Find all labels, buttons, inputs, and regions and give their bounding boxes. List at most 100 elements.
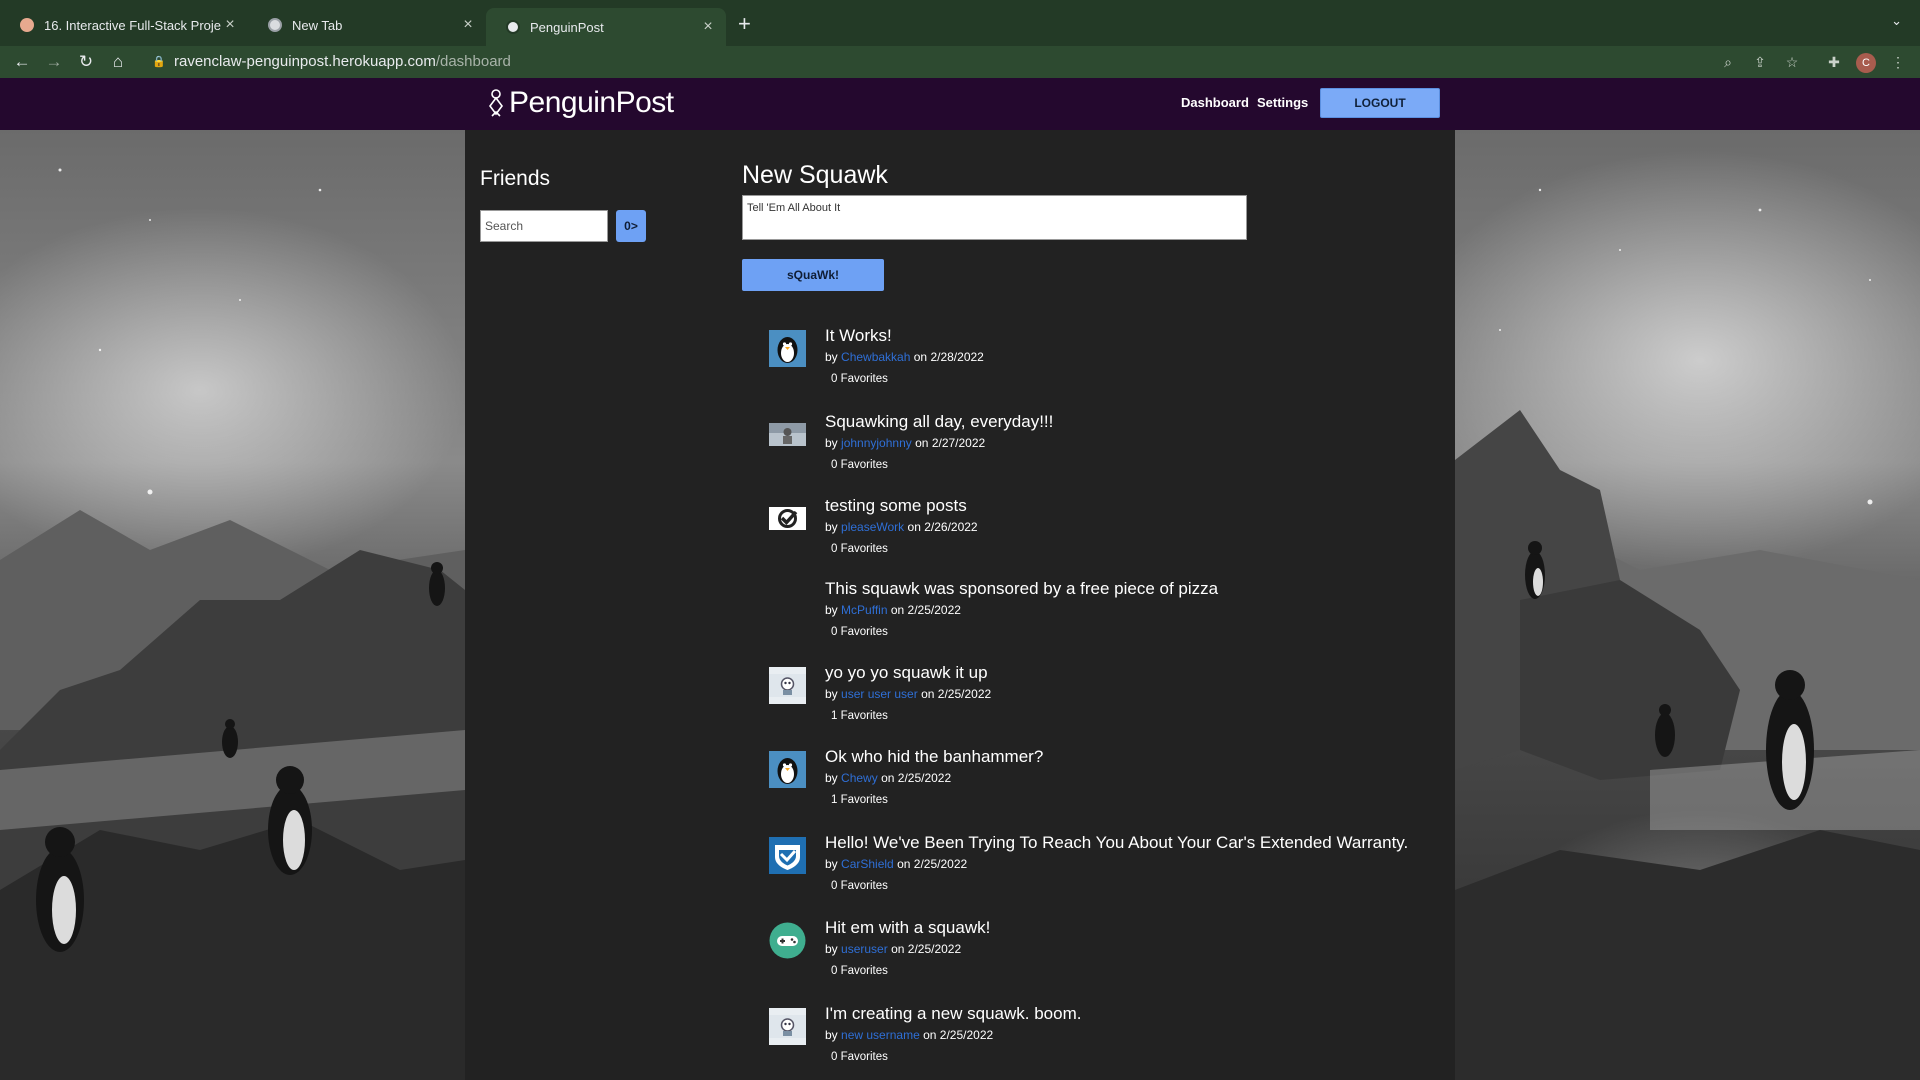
post-favorites[interactable]: 0 Favorites bbox=[831, 1051, 888, 1063]
post-title: testing some posts bbox=[825, 496, 967, 515]
squawk-submit-button[interactable]: sQuaWk! bbox=[742, 259, 884, 291]
post-title: Squawking all day, everyday!!! bbox=[825, 412, 1054, 431]
squawk-post: testing some posts by pleaseWork on 2/26… bbox=[769, 496, 1429, 566]
author-link[interactable]: McPuffin bbox=[841, 603, 887, 617]
post-date: 2/25/2022 bbox=[937, 687, 992, 701]
photo-avatar-icon[interactable] bbox=[769, 416, 806, 453]
post-favorites[interactable]: 0 Favorites bbox=[831, 626, 888, 638]
new-tab-button[interactable]: + bbox=[738, 11, 751, 37]
address-bar[interactable]: 🔒 ravenclaw-penguinpost.herokuapp.com/da… bbox=[140, 48, 1830, 76]
friends-heading: Friends bbox=[480, 167, 551, 190]
tab-close-icon[interactable]: × bbox=[700, 18, 716, 36]
checkmark-icon[interactable] bbox=[769, 500, 806, 537]
post-meta: by user user user on 2/25/2022 bbox=[825, 687, 992, 701]
post-meta: by useruser on 2/25/2022 bbox=[825, 942, 962, 956]
post-meta: by CarShield on 2/25/2022 bbox=[825, 857, 968, 871]
author-link[interactable]: Chewy bbox=[841, 771, 878, 785]
squawk-textarea[interactable] bbox=[742, 195, 1247, 240]
author-link[interactable]: johnnyjohnny bbox=[841, 436, 912, 450]
zoom-icon[interactable]: ⌕ bbox=[1716, 50, 1740, 74]
post-favorites[interactable]: 1 Favorites bbox=[831, 710, 888, 722]
shield-icon[interactable] bbox=[769, 837, 806, 874]
squawk-post: Squawking all day, everyday!!! by johnny… bbox=[769, 412, 1429, 482]
squawk-post: It Works! by Chewbakkah on 2/28/2022 0 F… bbox=[769, 326, 1429, 396]
logo-text: PenguinPost bbox=[509, 86, 674, 119]
browser-toolbar: ← → ↻ ⌂ 🔒 ravenclaw-penguinpost.herokuap… bbox=[0, 46, 1920, 78]
post-favorites[interactable]: 0 Favorites bbox=[831, 459, 888, 471]
post-date: 2/25/2022 bbox=[907, 603, 961, 617]
post-meta: by McPuffin on 2/25/2022 bbox=[825, 603, 961, 617]
url-text: ravenclaw-penguinpost.herokuapp.com/dash… bbox=[174, 53, 511, 70]
post-favorites[interactable]: 0 Favorites bbox=[831, 965, 888, 977]
author-link[interactable]: CarShield bbox=[841, 857, 894, 871]
post-meta: by Chewy on 2/25/2022 bbox=[825, 771, 952, 785]
tab-close-icon[interactable]: × bbox=[222, 16, 238, 34]
author-link[interactable]: pleaseWork bbox=[841, 520, 904, 534]
penguinpost-favicon-icon bbox=[506, 20, 520, 34]
author-link[interactable]: user user user bbox=[841, 687, 918, 701]
lock-icon: 🔒 bbox=[152, 56, 166, 68]
post-title: Ok who hid the banhammer? bbox=[825, 747, 1044, 766]
post-favorites[interactable]: 0 Favorites bbox=[831, 543, 888, 555]
tab-search-chevron-icon[interactable]: ⌄ bbox=[1891, 13, 1902, 29]
post-meta: by new username on 2/25/2022 bbox=[825, 1028, 994, 1042]
post-favorites[interactable]: 0 Favorites bbox=[831, 880, 888, 892]
friend-search-button[interactable]: 0> bbox=[616, 210, 646, 242]
browser-tab-strip: 16. Interactive Full-Stack Proje × New T… bbox=[0, 0, 1920, 46]
post-meta: by Chewbakkah on 2/28/2022 bbox=[825, 350, 984, 364]
squawk-post: Hello! We've Been Trying To Reach You Ab… bbox=[769, 833, 1429, 903]
post-favorites[interactable]: 1 Favorites bbox=[831, 794, 888, 806]
dashboard-content: Friends 0> New Squawk sQuaWk! It Works! … bbox=[465, 130, 1455, 1080]
site-header: PenguinPost Dashboard Settings LOGOUT bbox=[0, 78, 1920, 130]
browser-tab-1[interactable]: 16. Interactive Full-Stack Proje × bbox=[0, 9, 248, 41]
author-link[interactable]: Chewbakkah bbox=[841, 350, 910, 364]
robot-icon[interactable] bbox=[769, 667, 806, 704]
post-title: This squawk was sponsored by a free piec… bbox=[825, 579, 1219, 598]
tab-title: New Tab bbox=[292, 17, 343, 33]
penguin-icon[interactable] bbox=[769, 751, 806, 788]
post-date: 2/25/2022 bbox=[897, 771, 952, 785]
chrome-favicon-icon bbox=[268, 18, 282, 32]
bookmark-star-icon[interactable]: ☆ bbox=[1780, 50, 1804, 74]
squawk-post: I'm creating a new squawk. boom. by new … bbox=[769, 1004, 1429, 1074]
tab-title: 16. Interactive Full-Stack Proje bbox=[44, 17, 222, 33]
back-arrow-icon[interactable]: ← bbox=[10, 50, 34, 74]
gamepad-icon[interactable] bbox=[769, 922, 806, 959]
share-icon[interactable]: ⇪ bbox=[1748, 50, 1772, 74]
browser-tab-2[interactable]: New Tab × bbox=[248, 9, 486, 41]
penguin-logo-icon bbox=[489, 89, 503, 117]
squawk-post: This squawk was sponsored by a free piec… bbox=[769, 579, 1429, 649]
forward-arrow-icon[interactable]: → bbox=[42, 50, 66, 74]
friend-search-input[interactable] bbox=[480, 210, 608, 242]
browser-menu-icon[interactable]: ⋮ bbox=[1886, 50, 1910, 74]
tab-favicon-icon bbox=[20, 18, 34, 32]
home-icon[interactable]: ⌂ bbox=[106, 50, 130, 74]
robot-icon[interactable] bbox=[769, 1008, 806, 1045]
post-date: 2/28/2022 bbox=[930, 350, 984, 364]
browser-tab-3-active[interactable]: PenguinPost × bbox=[486, 8, 726, 46]
post-title: Hit em with a squawk! bbox=[825, 918, 991, 937]
reload-icon[interactable]: ↻ bbox=[74, 50, 98, 74]
author-link[interactable]: new username bbox=[841, 1028, 920, 1042]
post-date: 2/27/2022 bbox=[931, 436, 986, 450]
post-date: 2/26/2022 bbox=[924, 520, 978, 534]
squawk-post: Ok who hid the banhammer? by Chewy on 2/… bbox=[769, 747, 1429, 817]
author-link[interactable]: useruser bbox=[841, 942, 888, 956]
new-squawk-heading: New Squawk bbox=[742, 161, 888, 189]
post-title: yo yo yo squawk it up bbox=[825, 663, 988, 682]
nav-settings-link[interactable]: Settings bbox=[1257, 95, 1308, 110]
penguin-icon[interactable] bbox=[769, 330, 806, 367]
tab-close-icon[interactable]: × bbox=[460, 16, 476, 34]
extensions-puzzle-icon[interactable]: ✚ bbox=[1822, 50, 1846, 74]
squawk-post: Hit em with a squawk! by useruser on 2/2… bbox=[769, 918, 1429, 988]
post-meta: by johnnyjohnny on 2/27/2022 bbox=[825, 436, 986, 450]
site-logo[interactable]: PenguinPost bbox=[487, 86, 674, 120]
post-date: 2/25/2022 bbox=[939, 1028, 994, 1042]
logout-button[interactable]: LOGOUT bbox=[1320, 88, 1440, 118]
squawk-post: yo yo yo squawk it up by user user user … bbox=[769, 663, 1429, 733]
profile-avatar[interactable]: C bbox=[1856, 53, 1876, 73]
post-title: I'm creating a new squawk. boom. bbox=[825, 1004, 1082, 1023]
post-date: 2/25/2022 bbox=[913, 857, 968, 871]
nav-dashboard-link[interactable]: Dashboard bbox=[1181, 95, 1249, 110]
post-favorites[interactable]: 0 Favorites bbox=[831, 373, 888, 385]
